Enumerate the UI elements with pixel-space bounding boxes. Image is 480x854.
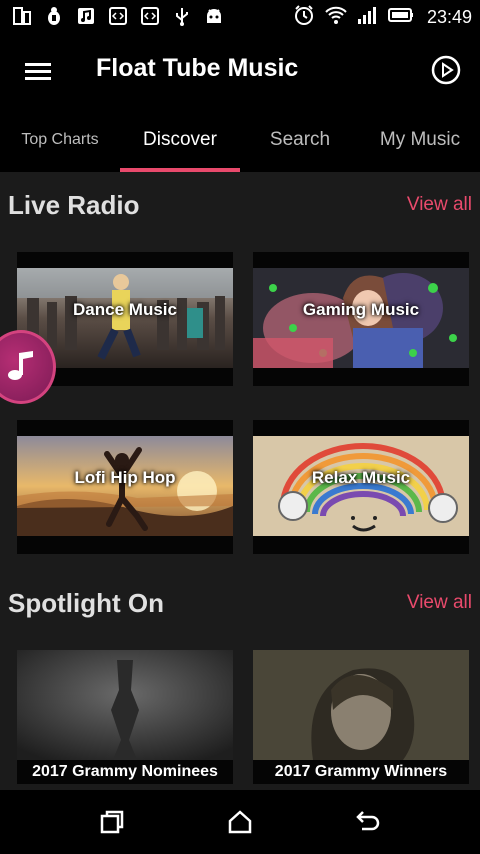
alarm-icon bbox=[293, 4, 315, 30]
tab-indicator bbox=[120, 168, 240, 172]
tab-my-music[interactable]: My Music bbox=[360, 108, 480, 172]
live-radio-header: Live Radio View all bbox=[0, 190, 480, 230]
card-thumbnail bbox=[17, 650, 233, 760]
card-caption: 2017 Grammy Nominees bbox=[32, 763, 218, 780]
code-icon bbox=[108, 6, 128, 26]
card-caption: 2017 Grammy Winners bbox=[274, 763, 448, 780]
status-time: 23:49 bbox=[426, 6, 472, 27]
tab-top-charts[interactable]: Top Charts bbox=[0, 108, 120, 172]
card-label: Lofi Hip Hop bbox=[74, 468, 176, 487]
tab-bar: Top Charts Discover Search My Music bbox=[0, 108, 480, 172]
card-label: Dance Music bbox=[73, 300, 177, 319]
hamburger-menu-icon[interactable] bbox=[24, 58, 52, 86]
recents-icon[interactable] bbox=[96, 806, 128, 838]
app-title: Float Tube Music bbox=[96, 54, 299, 82]
radio-card-gaming[interactable]: Gaming Music bbox=[253, 252, 469, 386]
wifi-icon bbox=[324, 5, 348, 29]
battery-icon bbox=[387, 7, 414, 27]
card-label: Gaming Music bbox=[302, 300, 420, 319]
music-note-icon bbox=[1, 345, 41, 389]
back-icon[interactable] bbox=[352, 806, 384, 838]
spotlight-card-nominees[interactable]: 2017 Grammy Nominees bbox=[17, 650, 233, 784]
usb-icon bbox=[172, 6, 192, 26]
status-bar: 23:49 bbox=[0, 0, 480, 36]
android-icon bbox=[204, 6, 224, 26]
tab-search[interactable]: Search bbox=[240, 108, 360, 172]
play-circle-icon[interactable] bbox=[430, 54, 462, 86]
section-title: Live Radio bbox=[8, 190, 140, 220]
view-all-link[interactable]: View all bbox=[407, 592, 472, 614]
music-note-icon bbox=[76, 6, 96, 26]
card-label: Relax Music bbox=[311, 468, 411, 487]
spotlight-header: Spotlight On View all bbox=[0, 588, 480, 628]
system-nav-bar bbox=[0, 790, 480, 854]
android-debug-icon bbox=[44, 6, 64, 26]
home-icon[interactable] bbox=[224, 806, 256, 838]
radio-card-lofi[interactable]: Lofi Hip Hop bbox=[17, 420, 233, 554]
sim-toolkit-icon bbox=[12, 6, 32, 26]
signal-icon bbox=[357, 5, 379, 29]
section-title: Spotlight On bbox=[8, 588, 164, 618]
app-bar: Float Tube Music bbox=[0, 36, 480, 108]
radio-card-relax[interactable]: Relax Music bbox=[253, 420, 469, 554]
view-all-link[interactable]: View all bbox=[407, 194, 472, 216]
code-icon bbox=[140, 6, 160, 26]
spotlight-card-winners[interactable]: 2017 Grammy Winners bbox=[253, 650, 469, 784]
card-thumbnail bbox=[253, 650, 469, 760]
tab-discover[interactable]: Discover bbox=[120, 108, 240, 172]
